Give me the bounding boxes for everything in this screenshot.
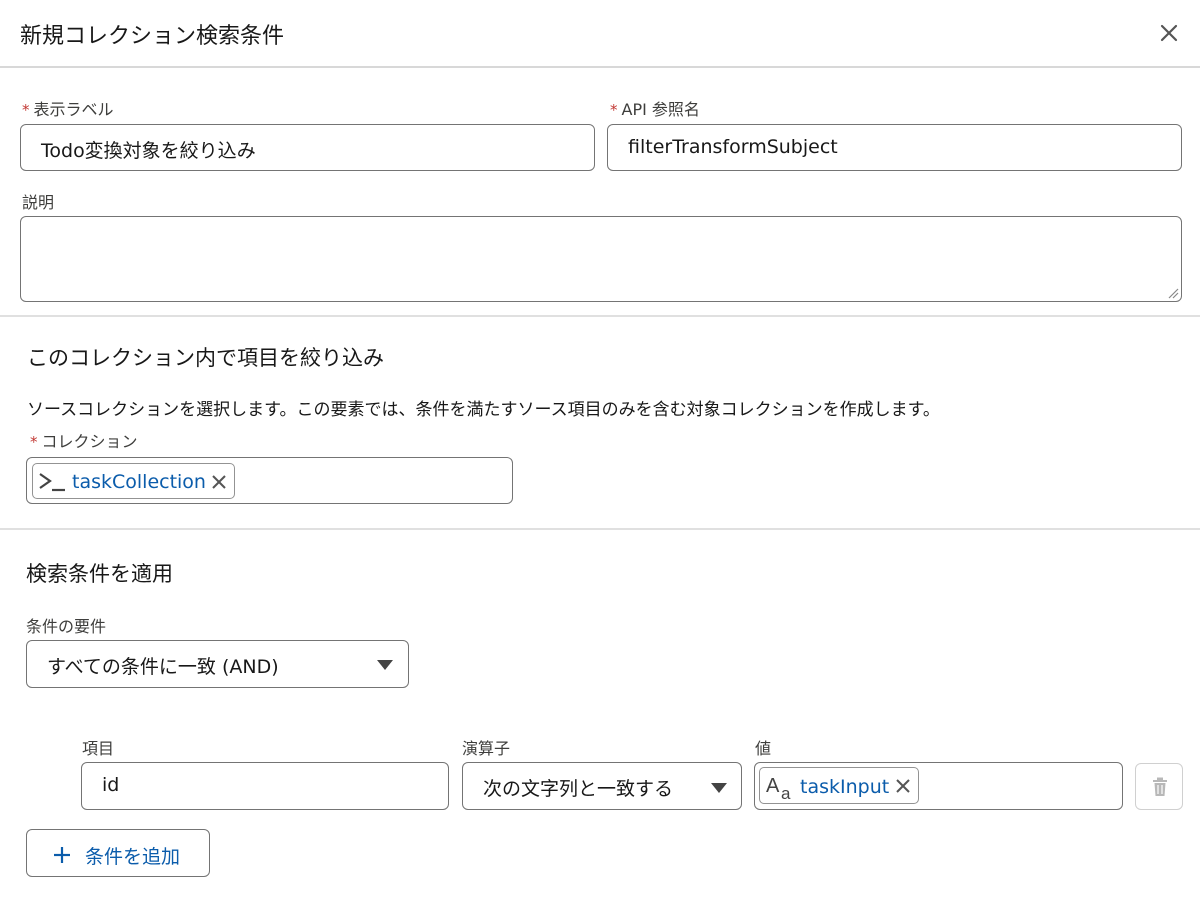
label-input[interactable]: Todo変換対象を絞り込み: [20, 124, 595, 171]
value-pill-label: taskInput: [800, 776, 890, 798]
label-field-label: * 表示ラベル: [22, 100, 114, 119]
collection-section-title: このコレクション内で項目を絞り込み: [27, 346, 384, 370]
svg-text:A: A: [766, 775, 780, 797]
value-pill[interactable]: A a taskInput: [759, 767, 919, 804]
collection-combobox[interactable]: taskCollection: [26, 457, 513, 504]
collection-field-label: * コレクション: [30, 432, 138, 451]
add-condition-button[interactable]: 条件を追加: [26, 829, 210, 877]
svg-text:a: a: [781, 784, 791, 802]
plus-icon: [54, 847, 70, 863]
filter-section-title: 検索条件を適用: [26, 562, 173, 586]
requirement-select[interactable]: すべての条件に一致 (AND): [26, 640, 409, 688]
resize-handle-icon[interactable]: [1167, 287, 1179, 299]
close-icon[interactable]: [211, 474, 227, 490]
delete-condition-button[interactable]: [1135, 763, 1183, 810]
terminal-icon: [39, 473, 65, 492]
condition-field-value: id: [102, 774, 120, 796]
chevron-down-icon: [377, 660, 393, 670]
column-header-value: 値: [755, 739, 772, 758]
description-textarea[interactable]: [20, 216, 1182, 302]
api-name-input-value: filterTransformSubject: [628, 136, 838, 158]
condition-value-combobox[interactable]: A a taskInput: [754, 762, 1123, 810]
column-header-operator: 演算子: [462, 739, 511, 758]
condition-operator-value: 次の文字列と一致する: [483, 778, 674, 800]
requirement-label: 条件の要件: [26, 617, 107, 636]
trash-icon: [1153, 777, 1167, 796]
description-field-label: 説明: [22, 193, 55, 212]
close-icon[interactable]: [1156, 20, 1182, 46]
section-divider: [0, 315, 1200, 317]
collection-section-description: ソースコレクションを選択します。この要素では、条件を満たすソース項目のみを含む対…: [27, 400, 940, 420]
api-name-input[interactable]: filterTransformSubject: [607, 124, 1182, 171]
collection-pill-label: taskCollection: [72, 471, 206, 493]
section-divider: [0, 528, 1200, 530]
required-mark: *: [22, 101, 30, 119]
add-condition-label: 条件を追加: [85, 846, 181, 868]
condition-operator-select[interactable]: 次の文字列と一致する: [462, 762, 742, 810]
requirement-select-value: すべての条件に一致 (AND): [47, 656, 279, 678]
modal-title: 新規コレクション検索条件: [20, 24, 285, 49]
required-mark: *: [610, 101, 618, 119]
label-input-value: Todo変換対象を絞り込み: [41, 140, 256, 162]
column-header-field: 項目: [82, 739, 115, 758]
close-icon[interactable]: [895, 778, 911, 794]
required-mark: *: [30, 433, 38, 451]
condition-field-input[interactable]: id: [81, 762, 449, 810]
collection-pill[interactable]: taskCollection: [32, 463, 235, 499]
api-name-field-label: * API 参照名: [610, 100, 700, 119]
modal-header: 新規コレクション検索条件: [0, 0, 1200, 68]
chevron-down-icon: [711, 783, 727, 793]
text-variable-icon: A a: [766, 775, 791, 802]
